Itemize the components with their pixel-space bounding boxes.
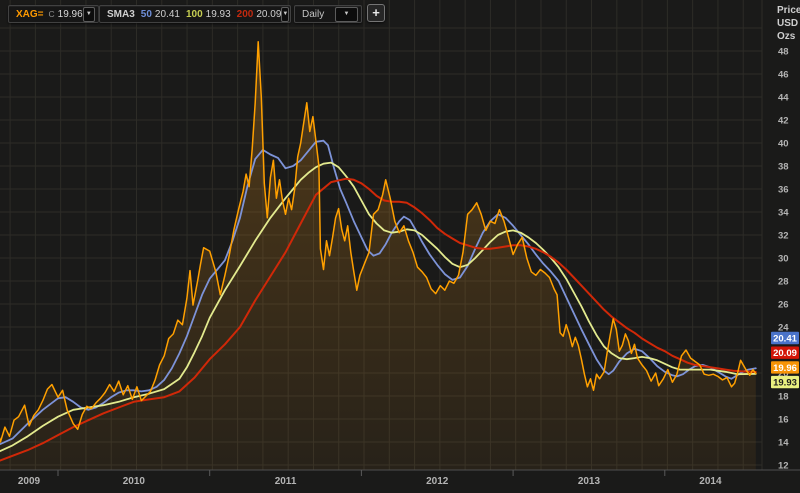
y-tick-label: 14 xyxy=(778,438,789,449)
interval-dropdown-button[interactable]: ▼ xyxy=(335,6,358,22)
y-tick-label: 32 xyxy=(778,231,789,242)
y-tick-label: 36 xyxy=(778,185,789,196)
y-tick-label: 26 xyxy=(778,300,789,311)
charting-app: 2009 2010 2011 2012 2013 2014 Price USD Ozs 48 46 4… xyxy=(0,0,800,493)
sma-dropdown-button[interactable]: ▼ xyxy=(281,6,290,22)
interval-value: Daily xyxy=(302,8,325,20)
y-tick-label: 16 xyxy=(778,415,789,426)
y-tick-label: 48 xyxy=(778,47,789,58)
field-code-label: C xyxy=(48,9,55,19)
y-tick-label: 18 xyxy=(778,392,789,403)
y-tick-label: 28 xyxy=(778,277,789,288)
y-tick-label: 34 xyxy=(778,208,789,219)
y-tick-label: 30 xyxy=(778,254,789,265)
price-badge-value: 19.96 xyxy=(773,363,797,374)
price-badge-value: 20.41 xyxy=(773,334,797,345)
chevron-down-icon: ▼ xyxy=(343,11,350,17)
price-chart-canvas[interactable]: 2009 2010 2011 2012 2013 2014 Price USD Ozs 48 46 4… xyxy=(0,0,800,493)
instrument-selector[interactable]: XAG= C 19.96 ▼ xyxy=(8,5,99,23)
price-axis-header: Ozs xyxy=(777,31,796,42)
instrument-dropdown-button[interactable]: ▼ xyxy=(82,6,95,22)
y-tick-label: 42 xyxy=(778,116,789,127)
year-label: 2010 xyxy=(123,476,146,487)
last-price-value: 19.96 xyxy=(57,8,83,20)
price-axis-header: USD xyxy=(777,18,798,29)
interval-selector[interactable]: Daily ▼ xyxy=(294,5,362,23)
y-tick-label: 12 xyxy=(778,461,789,472)
y-tick-label: 40 xyxy=(778,139,789,150)
y-tick-label: 38 xyxy=(778,162,789,173)
sma50-value: 20.41 xyxy=(154,8,180,20)
instrument-symbol: XAG= xyxy=(16,8,44,20)
price-badge-value: 20.09 xyxy=(773,348,797,359)
chevron-down-icon: ▼ xyxy=(85,11,92,17)
year-label: 2013 xyxy=(578,476,601,487)
chevron-down-icon: ▼ xyxy=(282,11,289,17)
sma100-value: 19.93 xyxy=(205,8,231,20)
y-tick-label: 46 xyxy=(778,70,789,81)
year-label: 2012 xyxy=(426,476,449,487)
sma50-period: 50 xyxy=(140,8,152,20)
sma-label: SMA3 xyxy=(107,8,135,20)
year-label: 2011 xyxy=(275,476,297,487)
sma-indicator-selector[interactable]: SMA3 50 20.41 100 19.93 200 20.09 ▼ xyxy=(99,5,291,23)
plus-icon: + xyxy=(372,5,380,20)
sma200-period: 200 xyxy=(236,8,254,20)
sma100-period: 100 xyxy=(185,8,203,20)
sma200-value: 20.09 xyxy=(256,8,282,20)
year-label: 2014 xyxy=(699,476,722,487)
year-label: 2009 xyxy=(18,476,41,487)
y-tick-label: 44 xyxy=(778,93,789,104)
add-chart-button[interactable]: + xyxy=(367,4,385,22)
price-badge-value: 19.93 xyxy=(773,378,797,389)
price-axis-header: Price xyxy=(777,5,800,16)
